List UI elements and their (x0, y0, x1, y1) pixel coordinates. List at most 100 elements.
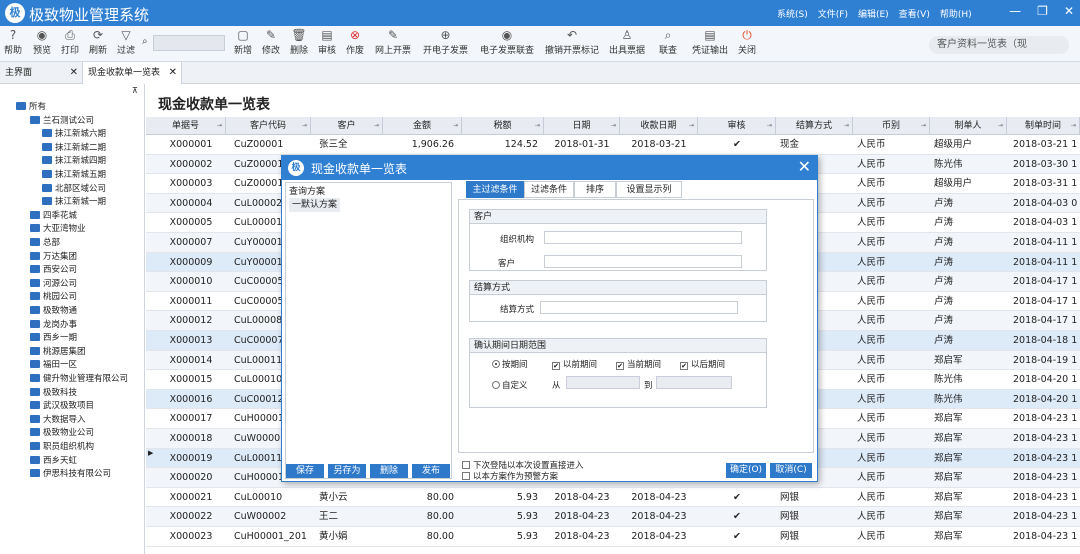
sort-icon[interactable]: ⇥ (302, 117, 307, 135)
help-button[interactable]: ? 帮助 (4, 28, 22, 56)
delete-button[interactable]: 🗑 删除 (290, 28, 308, 56)
tree-node[interactable]: 大数据导入 (30, 414, 86, 426)
column-header[interactable]: 结算方式 ⇥ (776, 117, 853, 135)
undo-invoice-mark-button[interactable]: ↶ 撤销开票标记 (545, 28, 599, 56)
delete-scheme-button[interactable]: 删除 (370, 464, 408, 478)
menu-edit[interactable]: 编辑(E) (858, 7, 889, 20)
column-header[interactable]: 单据号 ⇥ (146, 117, 226, 135)
tab-main[interactable]: 主界面 ✕ (0, 62, 82, 84)
tab-filter[interactable]: 过滤条件 (524, 181, 574, 198)
issue-receipt-button[interactable]: ♙ 出具票据 (609, 28, 645, 56)
tab-sort[interactable]: 排序 (574, 181, 616, 198)
tree-node[interactable]: 西乡天虹 (30, 455, 77, 467)
tree-node[interactable]: 兰石测试公司 (30, 115, 94, 127)
column-header[interactable]: 制单人 ⇥ (930, 117, 1007, 135)
column-header[interactable]: 税额 ⇥ (462, 117, 544, 135)
column-header[interactable]: 客户代码 ⇥ (226, 117, 311, 135)
tree-node[interactable]: 桃园公司 (30, 291, 77, 303)
settle-input[interactable] (540, 301, 738, 314)
cancel-button[interactable]: 取消(C) (770, 463, 812, 478)
tree-node[interactable]: 健升物业管理有限公司 (30, 373, 128, 385)
tree-node[interactable]: 四季花城 (30, 210, 77, 222)
void-button[interactable]: ⊗ 作废 (346, 28, 364, 56)
menu-system[interactable]: 系统(S) (777, 7, 808, 20)
by-period-radio[interactable]: 按期间 (492, 358, 528, 370)
tree-node[interactable]: 万达集团 (30, 251, 77, 263)
column-header[interactable]: 金额 ⇥ (383, 117, 462, 135)
tab-cash-receipt-list[interactable]: 现金收款单一览表 ✕ (82, 62, 182, 84)
pin-icon[interactable]: ⊼ (132, 86, 138, 95)
tree-node[interactable]: 职员组织机构 (30, 441, 94, 453)
audit-button[interactable]: ▤ 审核 (318, 28, 336, 56)
tree-node[interactable]: 西乡一期 (30, 332, 77, 344)
tree-node[interactable]: 大亚湾物业 (30, 223, 86, 235)
link-query-button[interactable]: ⌕ 联查 (659, 28, 677, 56)
tree-node[interactable]: 伊思科技有限公司 (30, 468, 111, 480)
print-button[interactable]: ⎙ 打印 (61, 28, 79, 56)
minimize-icon[interactable]: — (1009, 4, 1021, 18)
tree-node[interactable]: 抹江新城五期 (42, 169, 106, 181)
table-row[interactable]: X000001 CuZ00001 张三全 1,906.26 124.52 2018-01-… (146, 135, 1080, 155)
column-header[interactable]: 日期 ⇥ (544, 117, 620, 135)
tree-node[interactable]: 北部区域公司 (42, 183, 106, 195)
sort-icon[interactable]: ⇥ (453, 117, 458, 135)
tree-node[interactable]: 抹江新城二期 (42, 142, 106, 154)
sort-icon[interactable]: ⇥ (998, 117, 1003, 135)
tree-node[interactable]: 河源公司 (30, 278, 77, 290)
tree-node[interactable]: 西安公司 (30, 264, 77, 276)
save-as-scheme-button[interactable]: 另存为 (328, 464, 366, 478)
prev-periods-checkbox[interactable]: ✔ 以前期间 (552, 358, 597, 370)
default-scheme-item[interactable]: 一默认方案 (289, 198, 341, 212)
dialog-close-icon[interactable]: ✕ (798, 157, 811, 176)
menu-file[interactable]: 文件(F) (818, 7, 848, 20)
tree-node[interactable]: 总部 (30, 237, 60, 249)
sort-icon[interactable]: ⇥ (689, 117, 694, 135)
sort-icon[interactable]: ⇥ (921, 117, 926, 135)
quick-search-input[interactable] (153, 35, 225, 51)
publish-scheme-button[interactable]: 发布 (412, 464, 450, 478)
current-period-checkbox[interactable]: ✔ 当前期间 (616, 358, 661, 370)
column-header[interactable]: 收款日期 ⇥ (620, 117, 698, 135)
tree-node[interactable]: 抹江新城一期 (42, 196, 106, 208)
close-tab-icon[interactable]: ✕ (70, 62, 78, 84)
org-input[interactable] (544, 231, 742, 244)
later-periods-checkbox[interactable]: ✔ 以后期间 (680, 358, 725, 370)
tab-display-columns[interactable]: 设置显示列 (616, 181, 682, 198)
close-button[interactable]: ⏻ 关闭 (738, 28, 756, 56)
from-date-input[interactable] (566, 376, 640, 389)
tree-node[interactable]: 极致物通 (30, 305, 77, 317)
tree-node[interactable]: 龙岗办事 (30, 319, 77, 331)
to-date-input[interactable] (656, 376, 732, 389)
table-row[interactable]: X000023 CuH00001_201 黄小娟 80.00 5.93 2018-04-2… (146, 527, 1080, 547)
tree-node[interactable]: 所有 (16, 101, 46, 113)
voucher-output-button[interactable]: ▤ 凭证输出 (692, 28, 728, 56)
tree-node[interactable]: 抹江新城六期 (42, 128, 106, 140)
sort-icon[interactable]: ⇥ (611, 117, 616, 135)
e-invoice-query-button[interactable]: ◉ 电子发票联查 (480, 28, 534, 56)
sort-icon[interactable]: ⇥ (535, 117, 540, 135)
global-search-input[interactable]: 客户资料一览表（现 (929, 36, 1069, 54)
filter-button[interactable]: ▽ 过滤 (117, 28, 135, 56)
sort-icon[interactable]: ⇥ (374, 117, 379, 135)
tab-main-filter[interactable]: 主过滤条件 (466, 181, 524, 198)
close-icon[interactable]: ✕ (1064, 4, 1074, 18)
save-scheme-button[interactable]: 保存 (286, 464, 324, 478)
table-row[interactable]: X000022 CuW00002 王二 80.00 5.93 2018-04-23 2018… (146, 507, 1080, 527)
sort-icon[interactable]: ⇥ (767, 117, 772, 135)
online-invoice-button[interactable]: ✎ 网上开票 (375, 28, 411, 56)
sort-icon[interactable]: ⇥ (1071, 117, 1076, 135)
as-default-checkbox[interactable]: 以本方案作为预警方案 (462, 470, 558, 482)
column-header[interactable]: 币别 ⇥ (853, 117, 930, 135)
tree-node[interactable]: 武汉极致项目 (30, 400, 94, 412)
preview-button[interactable]: ◉ 预览 (33, 28, 51, 56)
menu-help[interactable]: 帮助(H) (940, 7, 972, 20)
table-row[interactable]: X000021 CuL00010 黄小云 80.00 5.93 2018-04-23 201… (146, 488, 1080, 508)
sort-icon[interactable]: ⇥ (844, 117, 849, 135)
customer-input[interactable] (544, 255, 742, 268)
add-button[interactable]: ▢ 新增 (234, 28, 252, 56)
column-header[interactable]: 制单时间 ⇥ (1007, 117, 1080, 135)
column-header[interactable]: 客户 ⇥ (311, 117, 383, 135)
e-invoice-button[interactable]: ⊕ 开电子发票 (423, 28, 468, 56)
tree-node[interactable]: 福田一区 (30, 359, 77, 371)
tree-node[interactable]: 极致物业公司 (30, 427, 94, 439)
